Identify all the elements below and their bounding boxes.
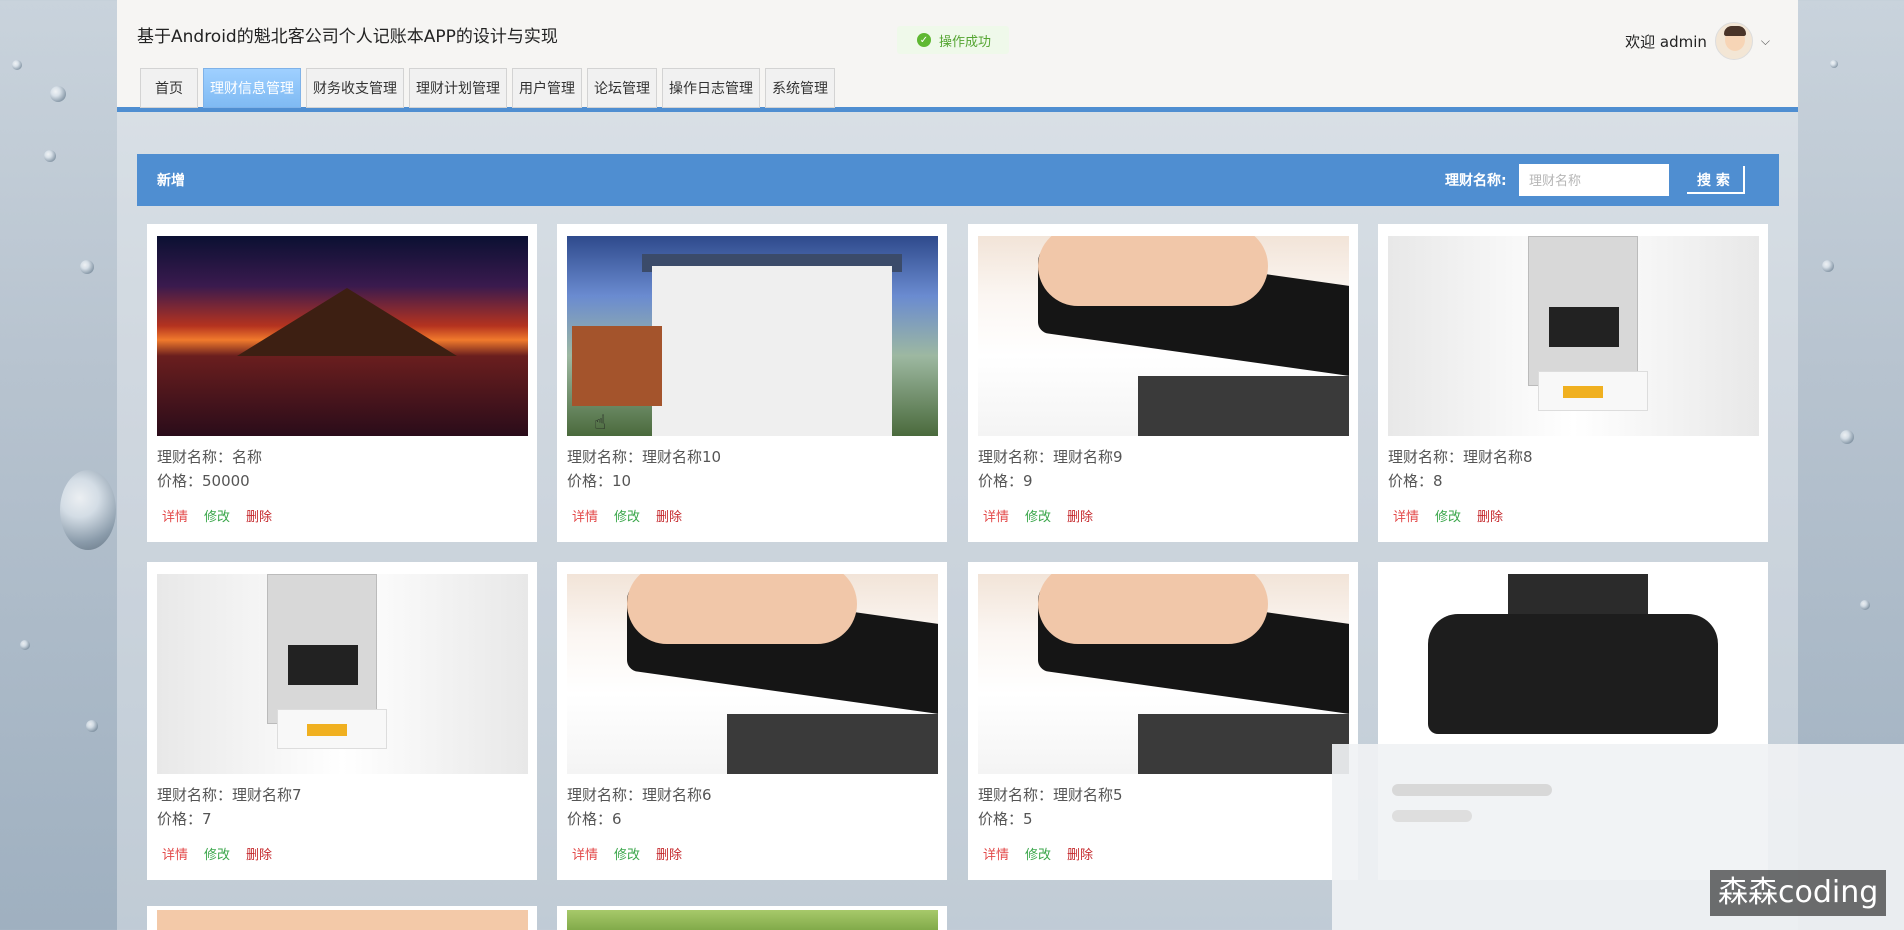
mouse-cursor-icon: ☝ (594, 410, 607, 434)
card-price: 价格：6 (567, 810, 622, 828)
detail-link[interactable]: 详情 (1393, 506, 1419, 525)
welcome-text: 欢迎 admin (1625, 32, 1707, 51)
search-label: 理财名称: (1445, 173, 1507, 189)
tab-income-expense[interactable]: 财务收支管理 (306, 68, 404, 108)
finance-card[interactable]: 理财名称：理财名称10 价格：10 详情 修改 删除 (557, 224, 947, 542)
detail-link[interactable]: 详情 (572, 506, 598, 525)
delete-link[interactable]: 删除 (656, 844, 682, 863)
card-name: 理财名称：名称 (157, 448, 263, 466)
user-menu[interactable]: 欢迎 admin ⌵ (1625, 22, 1770, 60)
detail-link[interactable]: 详情 (983, 844, 1009, 863)
card-name: 理财名称：理财名称5 (978, 786, 1123, 804)
card-price: 价格：8 (1388, 472, 1443, 490)
card-image[interactable] (567, 910, 938, 930)
delete-link[interactable]: 删除 (1067, 506, 1093, 525)
top-nav: 首页 理财信息管理 财务收支管理 理财计划管理 用户管理 论坛管理 操作日志管理… (140, 68, 835, 108)
card-price: 价格：7 (157, 810, 212, 828)
card-price: 价格：10 (567, 472, 632, 490)
delete-link[interactable]: 删除 (656, 506, 682, 525)
card-name: 理财名称：理财名称8 (1388, 448, 1533, 466)
card-price: 价格：5 (978, 810, 1033, 828)
card-image-stapler[interactable] (567, 574, 938, 774)
finance-card[interactable] (557, 906, 947, 930)
toast-text: 操作成功 (939, 34, 992, 50)
card-price: 价格：9 (978, 472, 1033, 490)
card-image-sunset[interactable] (157, 236, 528, 436)
card-name: 理财名称：理财名称6 (567, 786, 712, 804)
tab-system[interactable]: 系统管理 (765, 68, 835, 108)
edit-link[interactable]: 修改 (204, 844, 230, 863)
finance-card[interactable]: 理财名称：名称 价格：50000 详情 修改 删除 (147, 224, 537, 542)
edit-link[interactable]: 修改 (1435, 506, 1461, 525)
tab-finance-plan[interactable]: 理财计划管理 (409, 68, 507, 108)
finance-card[interactable]: 理财名称：理财名称5 价格：5 详情 修改 删除 (968, 562, 1358, 880)
detail-link[interactable]: 详情 (162, 844, 188, 863)
card-image-house[interactable] (567, 236, 938, 436)
app-title: 基于Android的魁北客公司个人记账本APP的设计与实现 (137, 27, 558, 47)
tab-home[interactable]: 首页 (140, 68, 198, 108)
card-image-stapler[interactable] (978, 236, 1349, 436)
tab-forum[interactable]: 论坛管理 (587, 68, 657, 108)
detail-link[interactable]: 详情 (983, 506, 1009, 525)
check-circle-icon: ✓ (917, 33, 931, 47)
edit-link[interactable]: 修改 (614, 506, 640, 525)
delete-link[interactable]: 删除 (1477, 506, 1503, 525)
card-name: 理财名称：理财名称10 (567, 448, 722, 466)
card-name: 理财名称：理财名称7 (157, 786, 302, 804)
card-image-binding-machine[interactable] (1388, 236, 1759, 436)
edit-link[interactable]: 修改 (1025, 506, 1051, 525)
success-toast: ✓ 操作成功 (897, 26, 1010, 54)
tab-finance-info[interactable]: 理财信息管理 (203, 68, 301, 108)
delete-link[interactable]: 删除 (246, 506, 272, 525)
search-input[interactable] (1519, 164, 1669, 196)
avatar[interactable] (1714, 22, 1753, 60)
card-image-binding-machine[interactable] (157, 574, 528, 774)
finance-card[interactable]: 理财名称：理财名称9 价格：9 详情 修改 删除 (968, 224, 1358, 542)
card-name: 理财名称：理财名称9 (978, 448, 1123, 466)
finance-card[interactable]: 理财名称：理财名称6 价格：6 详情 修改 删除 (557, 562, 947, 880)
add-button[interactable]: 新增 (157, 170, 185, 190)
finance-card[interactable] (147, 906, 537, 930)
header-bar: 基于Android的魁北客公司个人记账本APP的设计与实现 ✓ 操作成功 欢迎 … (117, 0, 1798, 112)
edit-link[interactable]: 修改 (614, 844, 640, 863)
tab-operation-log[interactable]: 操作日志管理 (662, 68, 760, 108)
delete-link[interactable]: 删除 (1067, 844, 1093, 863)
tab-users[interactable]: 用户管理 (512, 68, 582, 108)
detail-link[interactable]: 详情 (162, 506, 188, 525)
search-button[interactable]: 搜 索 (1687, 166, 1745, 194)
watermark: 森森coding (1710, 870, 1887, 916)
action-toolbar: 新增 理财名称: 搜 索 (137, 154, 1779, 206)
card-image-stapler[interactable] (978, 574, 1349, 774)
finance-card[interactable]: 理财名称：理财名称8 价格：8 详情 修改 删除 (1378, 224, 1768, 542)
chevron-down-icon[interactable]: ⌵ (1761, 34, 1770, 49)
edit-link[interactable]: 修改 (204, 506, 230, 525)
finance-card[interactable]: 理财名称：理财名称7 价格：7 详情 修改 删除 (147, 562, 537, 880)
edit-link[interactable]: 修改 (1025, 844, 1051, 863)
card-price: 价格：50000 (157, 472, 250, 490)
detail-link[interactable]: 详情 (572, 844, 598, 863)
card-image[interactable] (157, 910, 528, 930)
delete-link[interactable]: 删除 (246, 844, 272, 863)
